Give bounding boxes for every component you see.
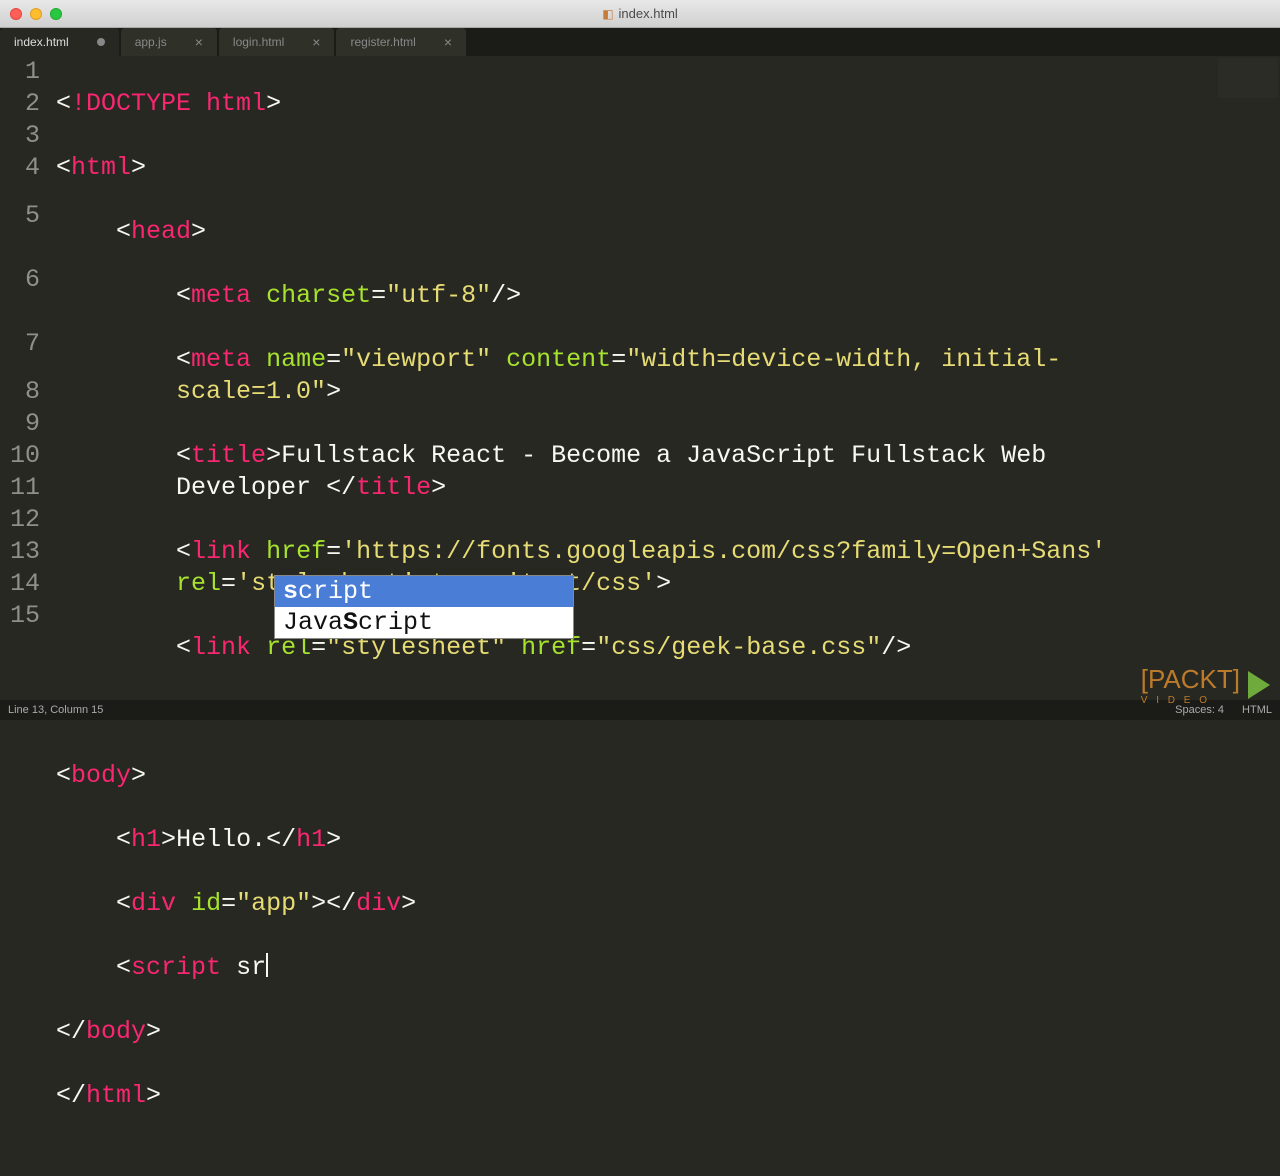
line-number: 10 bbox=[0, 440, 40, 472]
code-line: <html> bbox=[56, 152, 1106, 184]
editor-area[interactable]: 1 2 3 4 5 6 7 8 9 10 11 12 13 14 15 <!DO… bbox=[0, 56, 1280, 700]
status-bar: Line 13, Column 15 Spaces: 4 HTML bbox=[0, 700, 1280, 720]
tab-bar: index.html app.js × login.html × registe… bbox=[0, 28, 1280, 56]
code-line: <body> bbox=[56, 760, 1106, 792]
status-cursor-position: Line 13, Column 15 bbox=[8, 704, 103, 716]
dirty-indicator-icon bbox=[97, 38, 105, 46]
line-number: 9 bbox=[0, 408, 40, 440]
autocomplete-popup[interactable]: script JavaScript bbox=[274, 575, 574, 639]
line-number: 7 bbox=[0, 312, 40, 376]
play-icon bbox=[1248, 671, 1270, 699]
code-line: <meta name="viewport" content="width=dev… bbox=[56, 344, 1106, 408]
code-line: <title>Fullstack React - Become a JavaSc… bbox=[56, 440, 1106, 504]
tab-index-html[interactable]: index.html bbox=[0, 28, 120, 56]
code-line: <meta charset="utf-8"/> bbox=[56, 280, 1106, 312]
tab-login-html[interactable]: login.html × bbox=[219, 28, 336, 56]
window-title: ◧ index.html bbox=[0, 6, 1280, 21]
code-content[interactable]: <!DOCTYPE html> <html> <head> <meta char… bbox=[56, 56, 1106, 700]
tab-register-html[interactable]: register.html × bbox=[336, 28, 467, 56]
line-number: 15 bbox=[0, 600, 40, 632]
close-tab-icon[interactable]: × bbox=[444, 34, 452, 50]
line-number: 3 bbox=[0, 120, 40, 152]
watermark-subtext: V I D E O bbox=[1141, 695, 1240, 706]
code-line: <head> bbox=[56, 216, 1106, 248]
line-number: 4 bbox=[0, 152, 40, 184]
tab-label: index.html bbox=[14, 35, 69, 49]
line-number: 8 bbox=[0, 376, 40, 408]
autocomplete-item-script[interactable]: script bbox=[275, 576, 573, 607]
tab-label: app.js bbox=[135, 35, 167, 49]
code-line: <link rel="stylesheet" href="css/geek-ba… bbox=[56, 632, 1106, 664]
window-titlebar: ◧ index.html bbox=[0, 0, 1280, 28]
watermark-logo: [PACKT] V I D E O bbox=[1141, 664, 1270, 706]
file-icon: ◧ bbox=[602, 7, 613, 21]
line-number: 5 bbox=[0, 184, 40, 248]
code-line: <div id="app"></div> bbox=[56, 888, 1106, 920]
tab-label: login.html bbox=[233, 35, 284, 49]
line-number-gutter: 1 2 3 4 5 6 7 8 9 10 11 12 13 14 15 bbox=[0, 56, 56, 700]
watermark-text: [PACKT] bbox=[1141, 664, 1240, 694]
code-line: </body> bbox=[56, 1016, 1106, 1048]
code-line: <link href='https://fonts.googleapis.com… bbox=[56, 536, 1106, 600]
autocomplete-item-javascript[interactable]: JavaScript bbox=[275, 607, 573, 638]
minimap[interactable] bbox=[1218, 58, 1278, 98]
tab-label: register.html bbox=[350, 35, 415, 49]
line-number: 12 bbox=[0, 504, 40, 536]
close-tab-icon[interactable]: × bbox=[195, 34, 203, 50]
tab-app-js[interactable]: app.js × bbox=[121, 28, 218, 56]
line-number: 11 bbox=[0, 472, 40, 504]
line-number: 13 bbox=[0, 536, 40, 568]
line-number: 2 bbox=[0, 88, 40, 120]
code-line: <script sr bbox=[56, 952, 1106, 984]
line-number: 14 bbox=[0, 568, 40, 600]
code-line: <!DOCTYPE html> bbox=[56, 88, 1106, 120]
close-tab-icon[interactable]: × bbox=[312, 34, 320, 50]
code-line: <h1>Hello.</h1> bbox=[56, 824, 1106, 856]
code-line: </html> bbox=[56, 1080, 1106, 1112]
line-number: 6 bbox=[0, 248, 40, 312]
window-title-text: index.html bbox=[619, 6, 678, 21]
line-number: 1 bbox=[0, 56, 40, 88]
text-cursor bbox=[266, 953, 268, 977]
